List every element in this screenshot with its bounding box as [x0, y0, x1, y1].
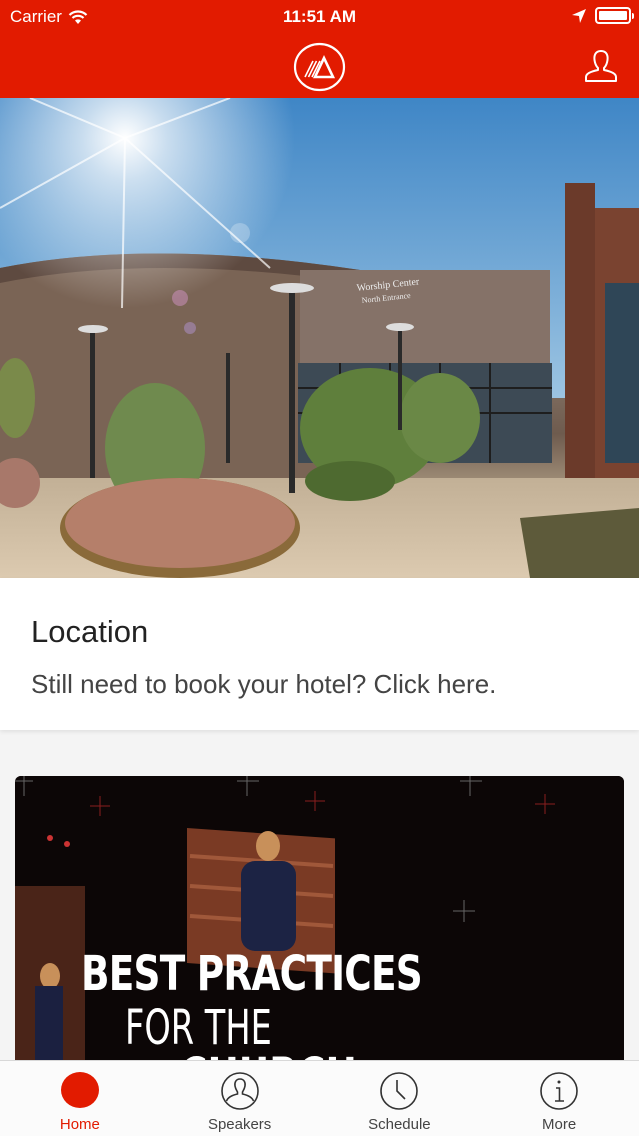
video-title-line1: BEST PRACTICES [81, 946, 423, 1002]
clock-icon [380, 1072, 419, 1110]
app-screen: Carrier 11:51 AM Worship Center North En… [0, 0, 639, 1136]
tab-more[interactable]: More [479, 1061, 639, 1136]
tab-schedule-label: Schedule [368, 1116, 431, 1133]
info-icon [540, 1072, 578, 1110]
tab-more-label: More [542, 1116, 577, 1133]
status-bar: Carrier 11:51 AM [0, 0, 639, 34]
tab-speakers[interactable]: Speakers [160, 1061, 320, 1136]
user-icon[interactable] [583, 48, 619, 84]
person-circle-icon [220, 1072, 259, 1110]
mountain-logo-icon[interactable] [293, 42, 346, 92]
video-card[interactable]: BEST PRACTICES FOR THE CHURCH [15, 776, 624, 1096]
location-arrow-icon [572, 8, 586, 23]
hero-image: Worship Center North Entrance [0, 98, 639, 578]
location-card[interactable]: Location Still need to book your hotel? … [0, 578, 639, 730]
tab-speakers-label: Speakers [207, 1116, 272, 1133]
hotel-booking-link[interactable]: Still need to book your hotel? Click her… [31, 669, 496, 700]
building-photo: Worship Center North Entrance [0, 98, 639, 578]
tab-bar: Home Speakers Schedule More [0, 1060, 639, 1136]
app-header: Carrier 11:51 AM [0, 0, 639, 98]
home-dot-icon [60, 1072, 99, 1108]
status-time: 11:51 AM [282, 7, 357, 26]
tab-home[interactable]: Home [0, 1061, 160, 1136]
tab-schedule[interactable]: Schedule [320, 1061, 480, 1136]
location-title: Location [31, 614, 149, 649]
status-right-icons [571, 7, 634, 24]
tab-home-label: Home [59, 1116, 100, 1133]
battery-full-icon [595, 7, 634, 24]
